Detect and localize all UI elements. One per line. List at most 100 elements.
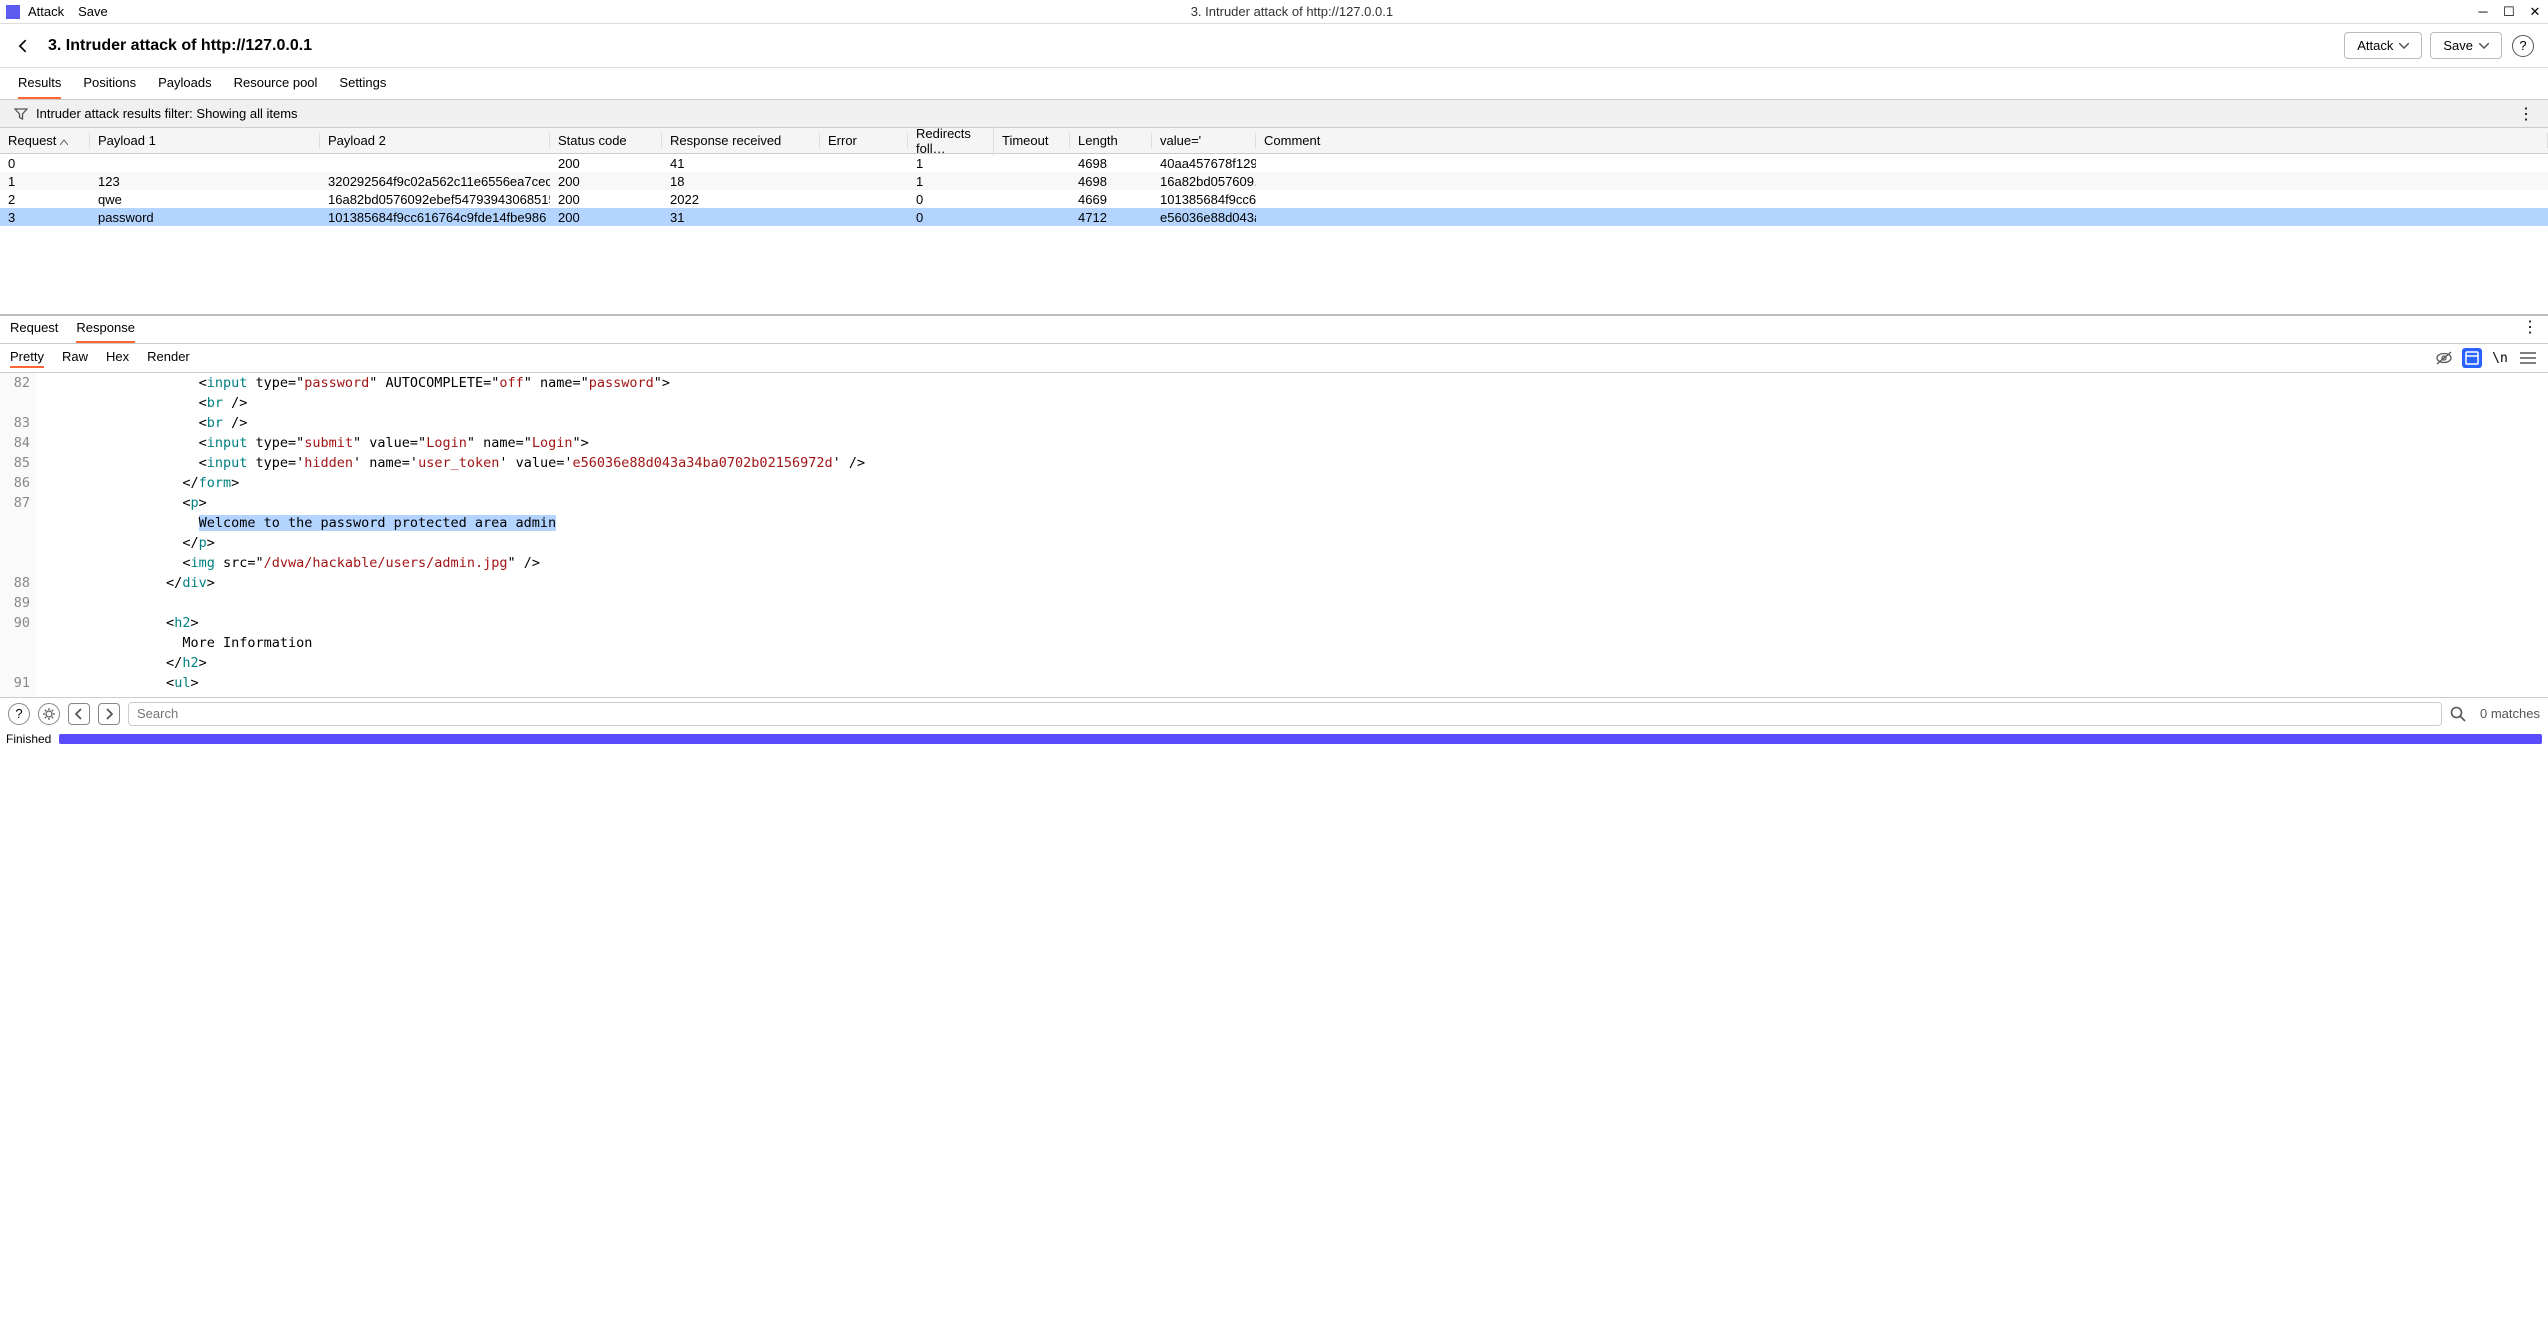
tab-resource-pool[interactable]: Resource pool — [234, 75, 318, 99]
search-input[interactable] — [128, 702, 2442, 726]
save-button[interactable]: Save — [2430, 32, 2502, 59]
cell: qwe — [90, 192, 320, 207]
column-header[interactable]: Request — [0, 133, 90, 148]
help-icon[interactable]: ? — [2512, 35, 2534, 57]
table-row[interactable]: 1123320292564f9c02a562c11e6556ea7cec2001… — [0, 172, 2548, 190]
column-header[interactable]: Redirects foll… — [908, 126, 994, 156]
cell: 16a82bd057609… — [1152, 174, 1256, 189]
column-header[interactable]: Response received — [662, 133, 820, 148]
viewtab-raw[interactable]: Raw — [62, 349, 88, 368]
table-header: Request Payload 1Payload 2Status codeRes… — [0, 128, 2548, 154]
cell: 1 — [908, 156, 994, 171]
detail-tabs: Request Response ⋮ — [0, 316, 2548, 344]
cell: 0 — [908, 192, 994, 207]
menu-attack[interactable]: Attack — [28, 4, 64, 19]
filter-bar[interactable]: Intruder attack results filter: Showing … — [0, 100, 2548, 128]
column-header[interactable]: Length — [1070, 133, 1152, 148]
cell: 18 — [662, 174, 820, 189]
chevron-down-icon — [2399, 43, 2409, 49]
cell: 4669 — [1070, 192, 1152, 207]
tab-positions[interactable]: Positions — [83, 75, 136, 99]
render-icon[interactable] — [2462, 348, 2482, 368]
status-bar: Finished — [0, 729, 2548, 749]
close-icon[interactable]: ✕ — [2528, 5, 2542, 19]
eye-off-icon[interactable] — [2434, 348, 2454, 368]
tab-payloads[interactable]: Payloads — [158, 75, 211, 99]
cell: 40aa457678f129… — [1152, 156, 1256, 171]
titlebar: Attack Save 3. Intruder attack of http:/… — [0, 0, 2548, 24]
cell: 3 — [0, 210, 90, 225]
filter-icon — [14, 108, 28, 120]
progress-bar — [59, 734, 2542, 744]
view-actions: \n — [2434, 348, 2538, 368]
cell: 0 — [0, 156, 90, 171]
page-header: 3. Intruder attack of http://127.0.0.1 A… — [0, 24, 2548, 68]
detail-menu-icon[interactable]: ⋮ — [2522, 317, 2538, 343]
subtab-request[interactable]: Request — [10, 320, 58, 343]
line-gutter: 82 8384858687 888990 91 — [0, 373, 36, 697]
cell: 101385684f9cc6… — [1152, 192, 1256, 207]
column-header[interactable]: Error — [820, 133, 908, 148]
window-title: 3. Intruder attack of http://127.0.0.1 — [108, 4, 2476, 19]
code-viewer[interactable]: 82 8384858687 888990 91 <input type="pas… — [0, 373, 2548, 697]
minimize-icon[interactable]: ─ — [2476, 5, 2490, 19]
search-go-icon[interactable] — [2450, 706, 2466, 722]
table-row[interactable]: 0 20041 1 469840aa457678f129… — [0, 154, 2548, 172]
column-header[interactable]: Payload 2 — [320, 133, 550, 148]
cell: 31 — [662, 210, 820, 225]
cell: 1 — [0, 174, 90, 189]
lines-icon[interactable] — [2518, 348, 2538, 368]
cell: 41 — [662, 156, 820, 171]
column-header[interactable]: Timeout — [994, 133, 1070, 148]
cell: 16a82bd0576092ebef54793943068515f7 — [320, 192, 550, 207]
save-button-label: Save — [2443, 38, 2473, 53]
app-icon — [6, 5, 20, 19]
code-content[interactable]: <input type="password" AUTOCOMPLETE="off… — [36, 373, 2548, 697]
cell: 320292564f9c02a562c11e6556ea7cec — [320, 174, 550, 189]
subtab-response[interactable]: Response — [76, 320, 135, 343]
column-header[interactable]: Comment — [1256, 133, 2548, 148]
cell: 2 — [0, 192, 90, 207]
search-bar: ? 0 matches — [0, 697, 2548, 729]
newline-icon[interactable]: \n — [2490, 348, 2510, 368]
back-icon[interactable] — [14, 36, 34, 56]
attack-button[interactable]: Attack — [2344, 32, 2422, 59]
cell: 200 — [550, 192, 662, 207]
page-title: 3. Intruder attack of http://127.0.0.1 — [48, 37, 2336, 55]
table-row[interactable]: 3password101385684f9cc616764c9fde14fbe98… — [0, 208, 2548, 226]
search-help-icon[interactable]: ? — [8, 703, 30, 725]
cell: 4698 — [1070, 174, 1152, 189]
table-row[interactable]: 2qwe16a82bd0576092ebef54793943068515f720… — [0, 190, 2548, 208]
cell: 4698 — [1070, 156, 1152, 171]
cell: 1 — [908, 174, 994, 189]
cell: e56036e88d043a… — [1152, 210, 1256, 225]
cell: 123 — [90, 174, 320, 189]
view-tabs: Pretty Raw Hex Render \n — [0, 344, 2548, 373]
cell: 200 — [550, 156, 662, 171]
attack-button-label: Attack — [2357, 38, 2393, 53]
cell: 2022 — [662, 192, 820, 207]
filter-menu-icon[interactable]: ⋮ — [2518, 104, 2534, 124]
table-body: 0200411469840aa457678f129…1123320292564f… — [0, 154, 2548, 314]
column-header[interactable]: Payload 1 — [90, 133, 320, 148]
menu-bar: Attack Save — [28, 4, 108, 19]
filter-text: Intruder attack results filter: Showing … — [36, 106, 298, 121]
viewtab-hex[interactable]: Hex — [106, 349, 129, 368]
main-tabs: Results Positions Payloads Resource pool Set… — [0, 68, 2548, 100]
search-prev-icon[interactable] — [68, 703, 90, 725]
search-settings-icon[interactable] — [38, 703, 60, 725]
column-header[interactable]: Status code — [550, 133, 662, 148]
status-text: Finished — [6, 732, 51, 746]
column-header[interactable]: value=' — [1152, 133, 1256, 148]
search-next-icon[interactable] — [98, 703, 120, 725]
tab-settings[interactable]: Settings — [339, 75, 386, 99]
viewtab-render[interactable]: Render — [147, 349, 190, 368]
cell: password — [90, 210, 320, 225]
maximize-icon[interactable]: ☐ — [2502, 5, 2516, 19]
viewtab-pretty[interactable]: Pretty — [10, 349, 44, 368]
window-controls: ─ ☐ ✕ — [2476, 5, 2542, 19]
cell: 200 — [550, 174, 662, 189]
menu-save[interactable]: Save — [78, 4, 108, 19]
tab-results[interactable]: Results — [18, 75, 61, 99]
cell: 200 — [550, 210, 662, 225]
